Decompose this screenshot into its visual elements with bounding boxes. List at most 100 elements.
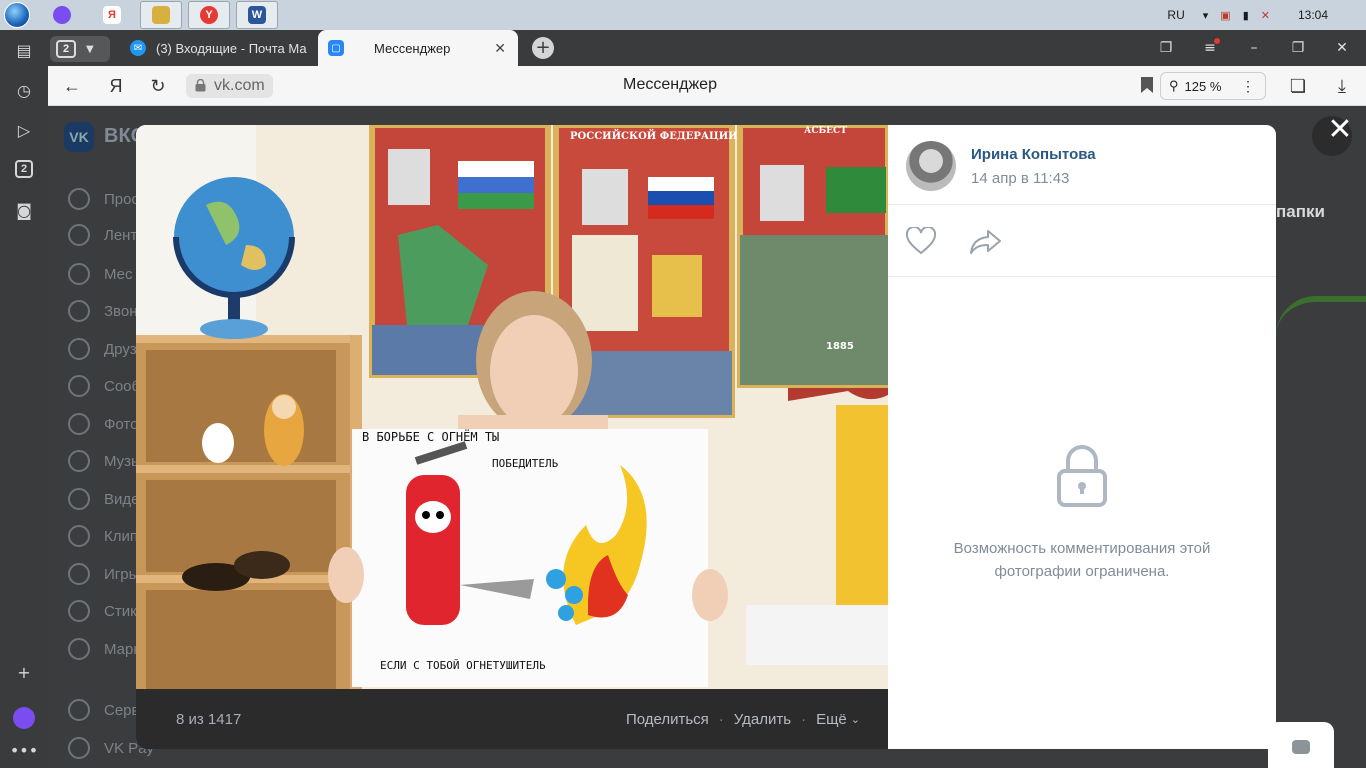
taskbar-app-alice[interactable] <box>40 1 84 29</box>
photo-illustration: В БОРЬБЕ С ОГНЁМ ТЫ ПОБЕДИТЕЛЬ ЕСЛИ С ТО… <box>136 125 888 689</box>
tab-mail[interactable]: ✉ (3) Входящие - Почта Ма <box>118 30 318 66</box>
menu-item-friends[interactable]: Друз <box>68 336 137 362</box>
reactions-bar <box>888 205 1276 277</box>
reload-icon[interactable]: ↻ <box>146 74 170 98</box>
tabs-counter-icon[interactable]: 2 <box>15 160 33 178</box>
address-bar: ← Я ↻ vk.com Мессенджер ⚲ 125 % ⋮ ❏ ⤓ <box>48 66 1366 106</box>
menu-item-services[interactable]: Серв <box>68 697 140 723</box>
word-icon: W <box>248 6 266 24</box>
music-icon <box>68 450 90 472</box>
chevron-down-icon: ⌄ <box>850 713 860 726</box>
screenshot-icon[interactable]: ◙ <box>12 198 36 222</box>
bag-icon <box>68 638 90 660</box>
yandex-home-icon[interactable]: Я <box>104 74 128 98</box>
taskbar-app-yandex-browser[interactable]: Y <box>188 1 230 29</box>
menu-item-profile[interactable]: Прос <box>68 186 139 212</box>
tab-group-button[interactable]: 2 ▼ <box>50 36 110 62</box>
play-icon[interactable]: ▷ <box>12 118 36 142</box>
stand-city-text: АСБЕСТ <box>804 126 847 136</box>
chevron-down-icon: ▼ <box>86 43 94 55</box>
viewer-close-button[interactable]: ✕ <box>1326 115 1354 145</box>
alice-icon <box>53 6 71 24</box>
folders-label: папки <box>1276 202 1325 221</box>
menu-item-photos[interactable]: Фото <box>68 411 138 437</box>
volume-muted-icon[interactable]: ✕ <box>1261 9 1270 22</box>
menu-item-feed[interactable]: Лент <box>68 222 137 248</box>
separator: · <box>718 710 724 728</box>
tab-title: Мессенджер <box>374 40 451 56</box>
vkpay-icon <box>68 737 90 759</box>
more-button[interactable]: Ещё <box>816 711 847 728</box>
taskbar-app-word[interactable]: W <box>236 1 278 29</box>
restore-icon[interactable]: ❐ <box>1280 30 1316 66</box>
history-icon[interactable]: ◷ <box>12 78 36 102</box>
folder-icon <box>152 6 170 24</box>
zoom-value: 125 % <box>1184 78 1222 94</box>
comments-locked-message: Возможность комментирования этой фотогра… <box>953 540 1211 580</box>
menu-item-communities[interactable]: Сооб <box>68 373 140 399</box>
menu-item-messenger[interactable]: Мес <box>68 261 133 287</box>
notes-icon[interactable]: ▤ <box>12 38 36 62</box>
phone-icon <box>68 300 90 322</box>
menu-item-music[interactable]: Музы <box>68 448 142 474</box>
mail-icon: ✉ <box>130 40 146 56</box>
share-icon[interactable] <box>970 227 1002 255</box>
vk-logo-icon: VK <box>64 122 94 152</box>
start-button[interactable] <box>0 0 34 30</box>
close-tab-icon[interactable]: ✕ <box>494 40 506 57</box>
photo-toolbar: 8 из 1417 Поделиться · Удалить · Ещё ⌄ <box>136 689 888 749</box>
photo-counter: 8 из 1417 <box>176 710 242 728</box>
avatar[interactable] <box>906 141 956 191</box>
collections-icon[interactable]: ❏ <box>1286 74 1310 98</box>
clips-icon <box>68 525 90 547</box>
poster-text-bottom: ЕСЛИ С ТОБОЙ ОГНЕТУШИТЕЛЬ <box>380 659 546 672</box>
author-name[interactable]: Ирина Копытова <box>971 146 1096 163</box>
language-indicator[interactable]: RU <box>1167 8 1184 22</box>
menu-item-video[interactable]: Виде <box>68 486 139 512</box>
tab-count-badge: 2 <box>56 40 76 58</box>
minimize-icon[interactable]: – <box>1236 30 1272 66</box>
new-tab-button[interactable]: + <box>532 37 554 59</box>
add-panel-icon[interactable]: + <box>12 660 36 684</box>
close-window-icon[interactable]: ✕ <box>1324 30 1360 66</box>
heart-icon[interactable] <box>906 227 936 255</box>
bookmark-icon[interactable] <box>1140 76 1154 94</box>
windows-taskbar: Я Y W RU ▾ ▣ ▮ ✕ 13:04 <box>0 0 1366 30</box>
yandex-icon: Я <box>103 6 121 24</box>
back-icon[interactable]: ← <box>60 74 84 98</box>
zoom-indicator[interactable]: ⚲ 125 % ⋮ <box>1160 72 1266 100</box>
menu-icon[interactable]: ≡ <box>1192 30 1228 66</box>
delete-button[interactable]: Удалить <box>734 711 791 728</box>
share-button[interactable]: Поделиться <box>626 711 709 728</box>
signal-icon[interactable]: ▮ <box>1243 9 1249 22</box>
video-icon <box>68 488 90 510</box>
chat-bubble-icon <box>1292 740 1310 754</box>
menu-item-market[interactable]: Марк <box>68 636 140 662</box>
chat-widget[interactable] <box>1268 722 1334 768</box>
more-icon[interactable]: ••• <box>10 738 38 762</box>
more-vertical-icon[interactable]: ⋮ <box>1241 78 1255 95</box>
menu-item-stickers[interactable]: Стик <box>68 598 137 624</box>
separator: · <box>801 710 807 728</box>
post-date[interactable]: 14 апр в 11:43 <box>971 170 1069 187</box>
taskbar-app-yandex[interactable]: Я <box>90 1 134 29</box>
tab-manager-icon[interactable]: ❐ <box>1148 30 1184 66</box>
usb-icon[interactable]: ▣ <box>1220 9 1230 22</box>
tray-expand-icon[interactable]: ▾ <box>1203 9 1209 22</box>
windows-logo-icon <box>4 2 30 28</box>
downloads-icon[interactable]: ⤓ <box>1330 74 1354 98</box>
menu-item-games[interactable]: Игры <box>68 561 139 587</box>
stand-year-text: 1885 <box>826 341 854 352</box>
user-icon <box>68 188 90 210</box>
menu-item-clips[interactable]: Клип <box>68 523 138 549</box>
vk-messenger-icon: ▢ <box>328 40 344 56</box>
url-box[interactable]: vk.com Мессенджер <box>186 72 1154 100</box>
clock[interactable]: 13:04 <box>1298 8 1328 22</box>
page-title: Мессенджер <box>623 76 717 93</box>
alice-icon[interactable] <box>12 706 36 730</box>
menu-item-calls[interactable]: Звон <box>68 298 138 324</box>
tab-messenger[interactable]: ▢ Мессенджер ✕ <box>318 30 518 66</box>
photo[interactable]: В БОРЬБЕ С ОГНЁМ ТЫ ПОБЕДИТЕЛЬ ЕСЛИ С ТО… <box>136 125 888 689</box>
author-header: Ирина Копытова 14 апр в 11:43 <box>888 125 1276 205</box>
taskbar-app-explorer[interactable] <box>140 1 182 29</box>
